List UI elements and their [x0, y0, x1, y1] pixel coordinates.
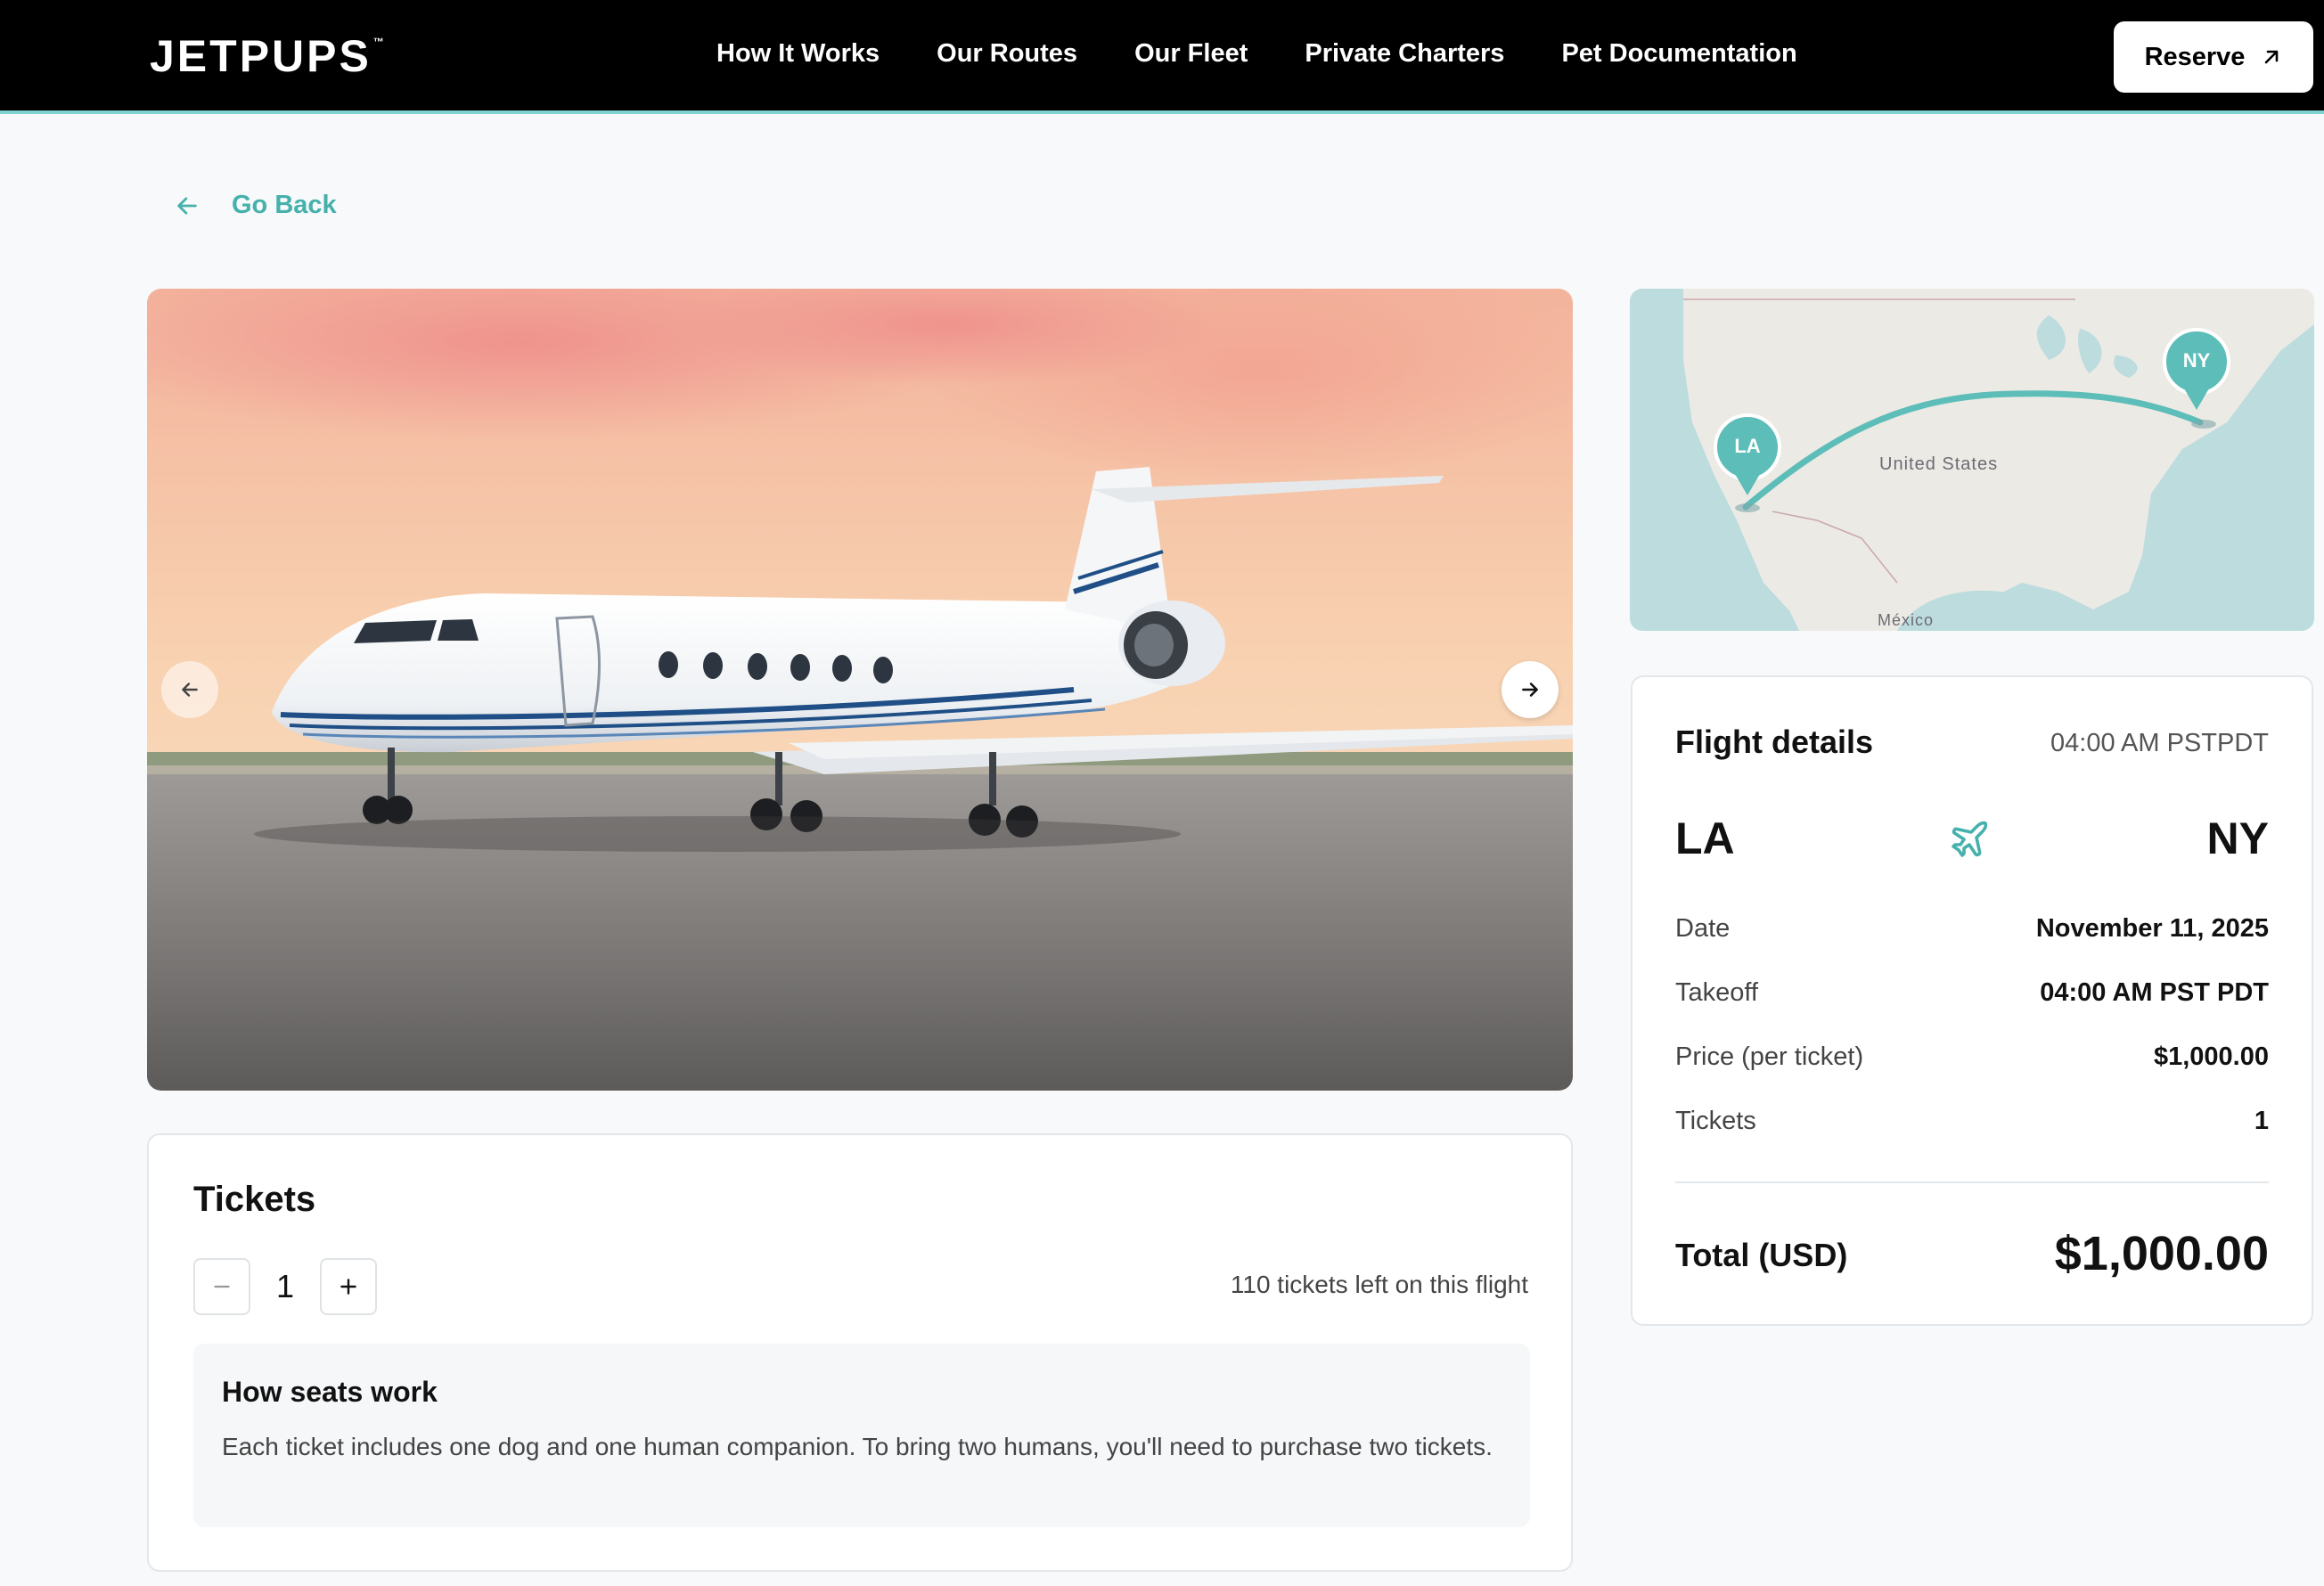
flight-details-time: 04:00 AM PSTPDT [2050, 729, 2269, 757]
detail-row-takeoff: Takeoff 04:00 AM PST PDT [1675, 977, 2269, 1007]
jetpups-logo[interactable]: JETPUPS ™ [150, 30, 384, 82]
aircraft-gallery [147, 289, 1573, 1091]
nav-link-how-it-works[interactable]: How It Works [716, 39, 880, 69]
detail-row-tickets: Tickets 1 [1675, 1106, 2269, 1135]
arrow-up-right-icon [2265, 50, 2279, 64]
top-navigation-bar: JETPUPS ™ How It Works Our Routes Our Fle… [0, 0, 2324, 114]
main-nav: How It Works Our Routes Our Fleet Privat… [716, 39, 1797, 69]
origin-city: LA [1675, 813, 1735, 863]
details-divider [1675, 1181, 2269, 1183]
arrow-right-icon [1522, 683, 1538, 697]
nav-link-private-charters[interactable]: Private Charters [1305, 39, 1504, 69]
go-back-link[interactable]: Go Back [175, 191, 337, 220]
private-jet-photo [147, 289, 1573, 1091]
minus-icon [214, 1285, 230, 1288]
ticket-increment-button[interactable] [320, 1258, 377, 1315]
ticket-quantity: 1 [275, 1268, 295, 1304]
tickets-title: Tickets [193, 1180, 316, 1219]
total-value: $1,000.00 [2054, 1227, 2269, 1280]
tickets-remaining: 110 tickets left on this flight [1230, 1271, 1528, 1298]
how-seats-work-text: Each ticket includes one dog and one hum… [222, 1433, 1493, 1460]
destination-city: NY [2206, 813, 2269, 863]
origin-marker-label: LA [1734, 435, 1761, 457]
plus-icon [340, 1279, 356, 1295]
total-label: Total (USD) [1675, 1237, 1848, 1273]
detail-row-price: Price (per ticket) $1,000.00 [1675, 1042, 2269, 1071]
destination-marker-label: NY [2182, 349, 2211, 372]
gallery-next-button[interactable] [1502, 661, 1559, 718]
reserve-button[interactable]: Reserve [2114, 21, 2313, 93]
how-seats-work-box: How seats work Each ticket includes one … [193, 1344, 1530, 1527]
map-country-label: United States [1879, 454, 1999, 474]
detail-row-date: Date November 11, 2025 [1675, 913, 2269, 943]
flight-details-card: Flight details 04:00 AM PSTPDT LA NY Dat… [1631, 675, 2313, 1326]
nav-link-our-routes[interactable]: Our Routes [937, 39, 1077, 69]
arrow-left-icon [182, 683, 198, 697]
route-map[interactable]: LA NY United States México [1630, 289, 2314, 631]
ticket-decrement-button[interactable] [193, 1258, 250, 1315]
arrow-left-icon [177, 196, 197, 215]
nav-link-our-fleet[interactable]: Our Fleet [1134, 39, 1248, 69]
flight-details-title: Flight details [1675, 724, 1874, 760]
how-seats-work-title: How seats work [222, 1376, 438, 1408]
nav-link-pet-documentation[interactable]: Pet Documentation [1561, 39, 1796, 69]
gallery-prev-button[interactable] [161, 661, 218, 718]
airplane-icon [1952, 821, 1988, 857]
tickets-card: Tickets 1 110 tickets left on this fligh… [147, 1133, 1573, 1572]
map-mexico-label: México [1878, 611, 1935, 629]
